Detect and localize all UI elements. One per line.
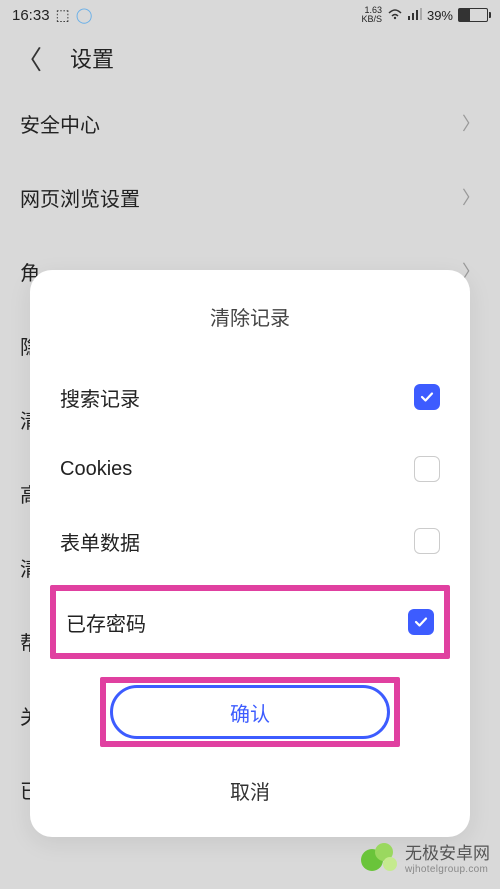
battery-pct: 39% — [427, 8, 453, 23]
option-label: Cookies — [60, 458, 132, 481]
chevron-right-icon: 〉 — [462, 184, 480, 210]
cancel-label: 取消 — [230, 776, 270, 805]
status-icon-2: ◯ — [76, 6, 93, 24]
watermark-cn: 无极安卓网 — [405, 845, 490, 864]
option-saved-passwords[interactable]: 已存密码 — [66, 591, 434, 653]
network-rate: 1.63 KB/S — [361, 6, 382, 24]
confirm-button[interactable]: 确认 — [110, 685, 390, 739]
signal-icon — [408, 8, 422, 23]
status-left: 16:33 ⬚ ◯ — [12, 6, 93, 24]
back-button[interactable]: 〈 — [16, 40, 42, 77]
clear-records-dialog: 清除记录 搜索记录 Cookies 表单数据 已存密码 确认 取消 — [30, 270, 470, 837]
chevron-right-icon: 〉 — [462, 110, 480, 136]
highlight-annotation: 已存密码 — [50, 585, 450, 659]
checkbox-checked[interactable] — [408, 609, 434, 635]
highlight-annotation: 确认 — [100, 677, 400, 747]
dialog-title: 清除记录 — [60, 302, 440, 331]
settings-item-browsing[interactable]: 网页浏览设置 〉 — [20, 160, 480, 234]
status-right: 1.63 KB/S 39% — [361, 6, 488, 24]
watermark: 无极安卓网 wjhotelgroup.com — [361, 841, 490, 879]
watermark-logo-icon — [361, 841, 399, 879]
settings-item-label: 网页浏览设置 — [20, 183, 140, 212]
option-form-data[interactable]: 表单数据 — [60, 505, 440, 577]
watermark-en: wjhotelgroup.com — [405, 864, 490, 875]
option-cookies[interactable]: Cookies — [60, 433, 440, 505]
status-icon-1: ⬚ — [56, 6, 70, 24]
cancel-button[interactable]: 取消 — [60, 763, 440, 817]
option-search-history[interactable]: 搜索记录 — [60, 361, 440, 433]
status-bar: 16:33 ⬚ ◯ 1.63 KB/S 39% — [0, 0, 500, 30]
settings-item-label: 安全中心 — [20, 109, 100, 138]
dialog-buttons: 确认 取消 — [60, 677, 440, 817]
checkbox-checked[interactable] — [414, 384, 440, 410]
status-time: 16:33 — [12, 7, 50, 24]
option-label: 已存密码 — [66, 608, 146, 637]
battery-icon — [458, 8, 488, 22]
wifi-icon — [387, 8, 403, 23]
watermark-text: 无极安卓网 wjhotelgroup.com — [405, 845, 490, 875]
checkbox-unchecked[interactable] — [414, 456, 440, 482]
confirm-label: 确认 — [230, 698, 270, 727]
page-title: 设置 — [70, 42, 114, 74]
settings-item-security[interactable]: 安全中心 〉 — [20, 86, 480, 160]
option-label: 表单数据 — [60, 527, 140, 556]
header: 〈 设置 — [0, 30, 500, 86]
option-label: 搜索记录 — [60, 383, 140, 412]
checkbox-unchecked[interactable] — [414, 528, 440, 554]
